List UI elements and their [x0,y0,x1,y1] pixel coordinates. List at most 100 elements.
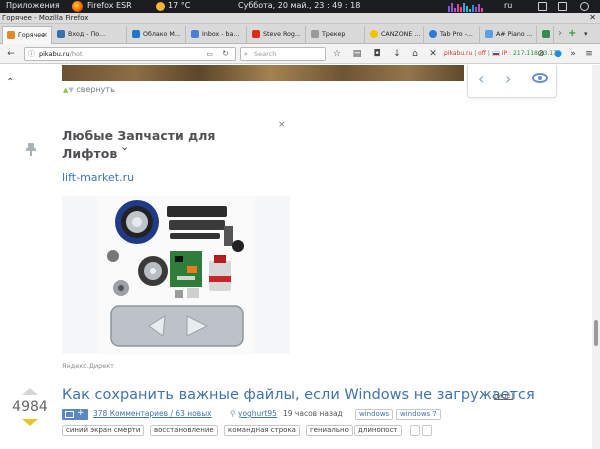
tab-youtube[interactable]: Steve Rog... [248,26,306,43]
extension-globe-icon[interactable]: ● [551,47,565,61]
save-post-icon[interactable] [410,425,420,436]
weather-temp[interactable]: 17 °C [168,1,190,10]
pocket-icon[interactable]: ◘ [370,47,384,61]
ad-source-label: Яндекс.Директ [62,362,114,370]
tab-hot[interactable]: Горячее × [2,26,52,44]
comments-link[interactable]: 378 Комментариев / 63 новых [93,409,212,418]
tab-cloud[interactable]: Облако М... [128,26,186,43]
window-titlebar: Горячее - Mozilla Firefox ✕ [0,13,600,24]
post-type-badge[interactable]: + [62,408,88,420]
piano-favicon-icon [485,30,493,38]
expand-post-icon[interactable] [422,425,432,436]
clock[interactable]: Суббота, 20 май., 23 : 49 : 18 [238,1,360,10]
post-title[interactable]: Как сохранить важные файлы, если Windows… [62,387,535,403]
tag-item[interactable]: длинопост [354,425,402,436]
floating-nav-panel: ‹ › [467,65,557,98]
flag-icon [491,51,500,56]
tab-extra[interactable] [538,26,554,43]
x-extension-icon[interactable]: ✕ [426,47,440,61]
reload-icon[interactable]: ↻ [222,48,229,60]
tab-tabpro[interactable]: Tab Pro -... [425,26,480,43]
tab-label: CANZONE ... [381,31,421,38]
active-app-label[interactable]: Firefox ESR [87,1,132,10]
tag-windows-7[interactable]: windows 7 [396,409,441,420]
tag-item[interactable]: командная строка [224,425,300,436]
menu-hamburger-icon[interactable]: ≡ [582,47,596,61]
ad-chevron-down-icon[interactable]: ⌄ [120,140,129,153]
collapse-sidebar-chevron-up-icon[interactable]: ⌃ [6,77,14,88]
tab-scroll-right-icon[interactable]: › [558,27,562,41]
url-text: pikabu.ru/hot [39,50,83,58]
tag-item[interactable]: восстановление [150,425,218,436]
downloads-icon[interactable]: ↓ [390,47,404,61]
author-link[interactable]: yoghurt95 [238,409,277,418]
pikabu-favicon-icon [7,31,15,39]
new-tab-button[interactable]: + [568,27,576,41]
canzone-favicon-icon [370,30,378,38]
post-image-bottom-edge [62,65,464,81]
back-arrow-icon[interactable]: ← [4,47,18,61]
tab-label: Steve Rog... [263,31,301,38]
tab-login[interactable]: Вход - По... [53,26,127,43]
url-bar[interactable]: ⓘ pikabu.ru/hot ▭ ↻ [24,47,236,61]
site-info-icon[interactable]: ⓘ [28,48,35,60]
tab-label: Inbox - ba... [202,31,240,38]
search-icon: ⌕ [244,50,248,58]
vote-widget: 4984 [8,388,52,426]
tab-label: Tab Pro -... [440,31,473,38]
ad-image[interactable] [62,196,290,354]
reader-view-icon[interactable]: ▭ [206,48,213,60]
page-scrollbar[interactable] [592,65,600,449]
tab-list-chevron-down-icon[interactable]: ▾ [584,27,588,41]
window-close-button[interactable]: ✕ [589,13,596,22]
volume-icon[interactable] [558,2,567,11]
overflow-chevron-icon[interactable]: » [566,47,580,61]
tab-tracker[interactable]: Трекер [307,26,365,43]
power-icon[interactable] [580,2,589,11]
tab-label: A# Piano ... [496,31,533,38]
tab-label: Вход - По... [68,31,106,38]
ad-link[interactable]: lift-market.ru [62,171,134,184]
extra-favicon-icon [542,30,550,38]
keyboard-layout[interactable]: ru [504,1,512,10]
tab-label: Горячее [18,32,45,39]
applications-menu[interactable]: Приложения [6,1,60,10]
own-content-tag[interactable]: [моё] [494,392,513,400]
page-content: ⌃ ▲▼ свернуть ‹ › Любые Запчасти для Лиф… [0,65,600,449]
audio-visualizer-icon [448,2,496,12]
clipboard-icon[interactable] [538,2,547,11]
navigation-toolbar: ← ⓘ pikabu.ru/hot ▭ ↻ ⌕ Search ☆ ▤ ◘ ↓ ⌂… [0,44,600,64]
tab-canzone[interactable]: CANZONE ... [366,26,424,43]
collapse-label: свернуть [76,85,115,94]
tab-close-icon[interactable]: × [42,27,48,44]
home-icon[interactable]: ⌂ [408,47,422,61]
pin-icon[interactable] [25,143,37,156]
vote-up-icon[interactable] [22,388,38,395]
tab-inbox[interactable]: Inbox - ba... [187,26,247,43]
inbox-favicon-icon [191,30,199,38]
chevron-right-icon[interactable]: › [505,69,511,89]
search-input[interactable]: ⌕ Search [240,47,326,61]
tab-label: Трекер [322,31,346,38]
triangle-down-icon: ▼ [68,86,74,94]
chevron-left-icon[interactable]: ‹ [478,69,484,89]
collapse-post-link[interactable]: ▲▼ свернуть [63,85,115,94]
ad-close-button[interactable]: × [278,120,286,130]
extension-shield-icon[interactable]: ⊘ [534,47,548,61]
tabpro-favicon-icon [429,30,437,38]
tag-item[interactable]: синий экран смерти [62,425,145,436]
bookmark-star-icon[interactable]: ☆ [330,47,344,61]
eye-icon[interactable] [532,73,548,83]
tag-windows[interactable]: windows [355,409,394,420]
post-time: 19 часов назад [283,409,343,418]
ad-title[interactable]: Любые Запчасти для Лифтов [62,127,232,163]
system-panel: Приложения Firefox ESR 17 °C Суббота, 20… [0,0,600,13]
tag-item[interactable]: гениально [306,425,353,436]
scrollbar-thumb[interactable] [594,320,598,346]
firefox-window: Приложения Firefox ESR 17 °C Суббота, 20… [0,0,600,449]
library-icon[interactable]: ▤ [350,47,364,61]
vote-down-icon[interactable] [22,419,38,426]
user-icon: ⚲ [230,409,236,418]
tab-strip: Горячее × Вход - По... Облако М... Inbox… [0,24,600,44]
tab-piano[interactable]: A# Piano ... [481,26,537,43]
